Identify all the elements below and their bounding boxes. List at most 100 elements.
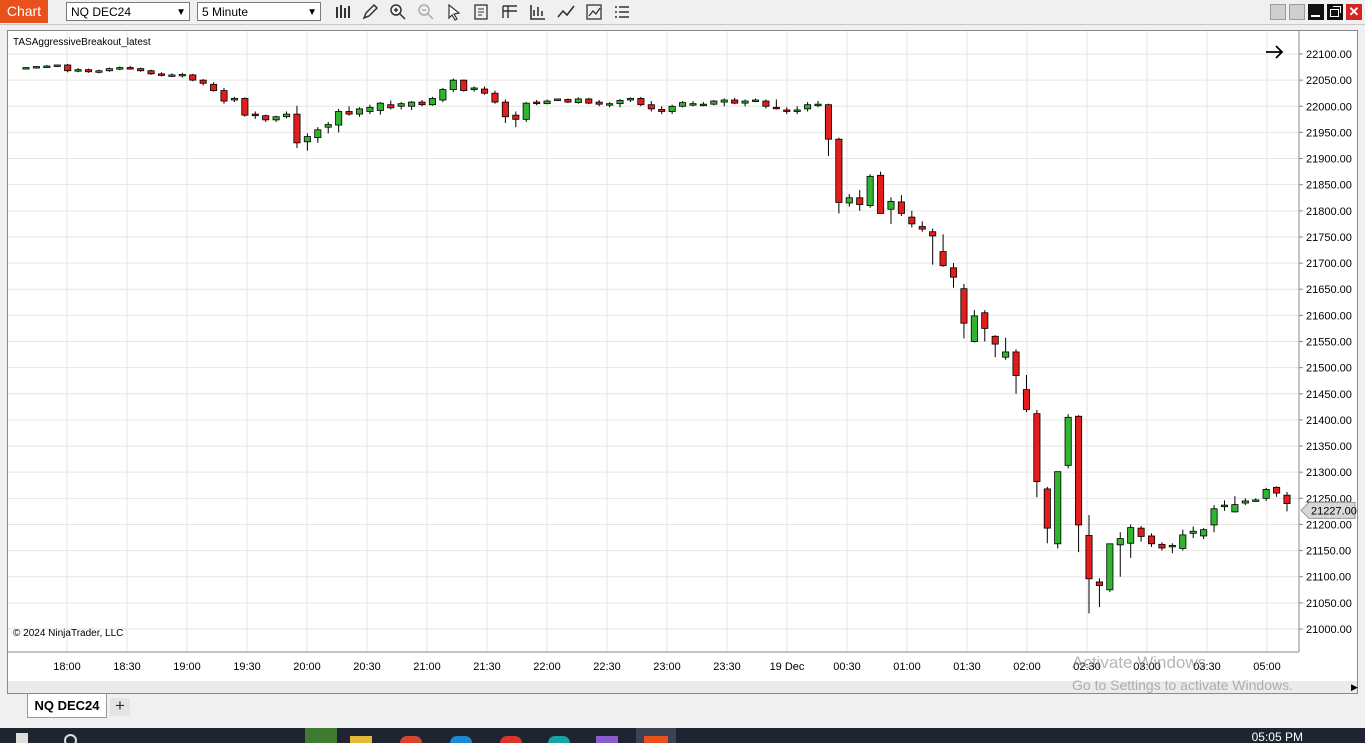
candle-up — [626, 98, 634, 101]
candle-down — [564, 99, 572, 103]
candle-down — [835, 138, 843, 203]
y-tick-label: 22050.00 — [1306, 75, 1352, 87]
y-tick-label: 21400.00 — [1306, 415, 1352, 427]
x-tick-label: 19:00 — [173, 661, 201, 673]
candle-up — [335, 111, 343, 126]
candle-down — [637, 98, 645, 106]
pointer-icon[interactable] — [444, 2, 464, 22]
weather-widget-icon[interactable] — [305, 728, 337, 743]
candle-down — [501, 101, 509, 118]
y-tick-label: 21700.00 — [1306, 258, 1352, 270]
close-button[interactable]: ✕ — [1346, 4, 1362, 20]
candle-down — [981, 312, 989, 329]
x-tick-label: 19 Dec — [770, 661, 805, 673]
candle-down — [293, 113, 301, 144]
interval-selector[interactable]: 5 Minute ▼ — [197, 2, 321, 21]
data-box-icon[interactable] — [472, 2, 492, 22]
link-button[interactable] — [1270, 4, 1286, 20]
zoom-out-icon[interactable] — [416, 2, 436, 22]
y-tick-label: 21850.00 — [1306, 180, 1352, 192]
scroll-right-icon[interactable]: ▶ — [1351, 681, 1358, 693]
chevron-down-icon: ▼ — [307, 7, 317, 18]
ninjatrader-taskbar-icon[interactable] — [636, 728, 676, 743]
search-icon[interactable] — [64, 734, 77, 743]
candle-up — [1220, 504, 1228, 508]
candle-up — [53, 64, 61, 67]
candle-up — [543, 100, 551, 105]
more-menu-icon[interactable] — [612, 2, 632, 22]
share-button[interactable] — [1289, 4, 1305, 20]
candle-down — [1033, 413, 1041, 482]
candle-down — [220, 90, 228, 102]
candle-up — [751, 99, 760, 102]
app-icon[interactable] — [548, 736, 570, 743]
candle-up — [355, 108, 364, 115]
candle-down — [418, 101, 426, 106]
candle-up — [720, 99, 728, 103]
candle-down — [251, 113, 259, 117]
visual-studio-icon[interactable] — [596, 736, 618, 743]
instrument-selector[interactable]: NQ DEC24 ▼ — [66, 2, 190, 21]
chart-toolbar: Chart NQ DEC24 ▼ 5 Minute ▼ ✕ — [0, 0, 1365, 25]
candle-up — [43, 65, 51, 68]
templates-icon[interactable] — [500, 2, 520, 22]
candle-up — [1241, 500, 1249, 504]
candle-up — [22, 67, 30, 70]
y-tick-label: 22100.00 — [1306, 49, 1352, 61]
minimize-button[interactable] — [1308, 4, 1324, 20]
candle-up — [710, 100, 718, 105]
candle-down — [1283, 494, 1291, 504]
candle-up — [178, 73, 186, 77]
x-tick-label: 00:30 — [833, 661, 861, 673]
zoom-in-icon[interactable] — [388, 2, 408, 22]
candle-up — [741, 100, 749, 104]
candle-down — [533, 101, 541, 105]
indicators-icon[interactable] — [556, 2, 576, 22]
candle-down — [189, 74, 197, 81]
candle-down — [210, 83, 218, 91]
draw-pencil-icon[interactable] — [360, 2, 380, 22]
add-tab-button[interactable]: + — [110, 697, 130, 716]
candle-down — [918, 226, 926, 230]
restore-button[interactable] — [1327, 4, 1343, 20]
candle-down — [1095, 581, 1103, 587]
candle-up — [845, 197, 853, 204]
candle-up — [887, 201, 895, 210]
bar-type-icon[interactable] — [333, 2, 353, 22]
y-tick-label: 21800.00 — [1306, 206, 1352, 218]
file-explorer-icon[interactable] — [350, 736, 372, 743]
strategies-icon[interactable] — [584, 2, 604, 22]
candle-down — [647, 104, 655, 110]
chart-panel[interactable]: 22100.00 22050.00 22000.00 21950.00 21900.00… — [7, 30, 1358, 694]
windows-taskbar: 05:05 PM — [0, 728, 1365, 743]
windows-start-icon[interactable] — [16, 733, 28, 743]
candle-down — [64, 64, 72, 72]
chrome-icon[interactable] — [400, 736, 422, 743]
candle-up — [408, 101, 416, 107]
opera-icon[interactable] — [500, 736, 522, 743]
y-tick-label: 21550.00 — [1306, 337, 1352, 349]
tab-nq-dec24[interactable]: NQ DEC24 — [27, 694, 107, 718]
candle-up — [574, 98, 582, 104]
candle-up — [230, 98, 238, 101]
candle-down — [595, 101, 603, 105]
candle-down — [512, 114, 520, 120]
candle-down — [126, 67, 134, 70]
candle-down — [1022, 389, 1030, 410]
candle-down — [960, 288, 968, 324]
candle-up — [679, 102, 687, 107]
candle-up — [553, 98, 562, 101]
candle-up — [616, 100, 624, 105]
price-chart[interactable]: 22100.00 22050.00 22000.00 21950.00 21900.00… — [8, 31, 1357, 693]
candle-up — [283, 113, 291, 118]
candle-up — [522, 102, 530, 120]
y-tick-label: 21100.00 — [1306, 572, 1351, 584]
x-tick-label: 22:00 — [533, 661, 561, 673]
instrument-value: NQ DEC24 — [71, 5, 132, 19]
properties-icon[interactable] — [528, 2, 548, 22]
edge-icon[interactable] — [450, 736, 472, 743]
arrow-right-icon[interactable] — [1264, 42, 1286, 62]
candle-up — [397, 103, 405, 107]
candle-down — [460, 79, 468, 91]
candle-down — [85, 69, 93, 73]
